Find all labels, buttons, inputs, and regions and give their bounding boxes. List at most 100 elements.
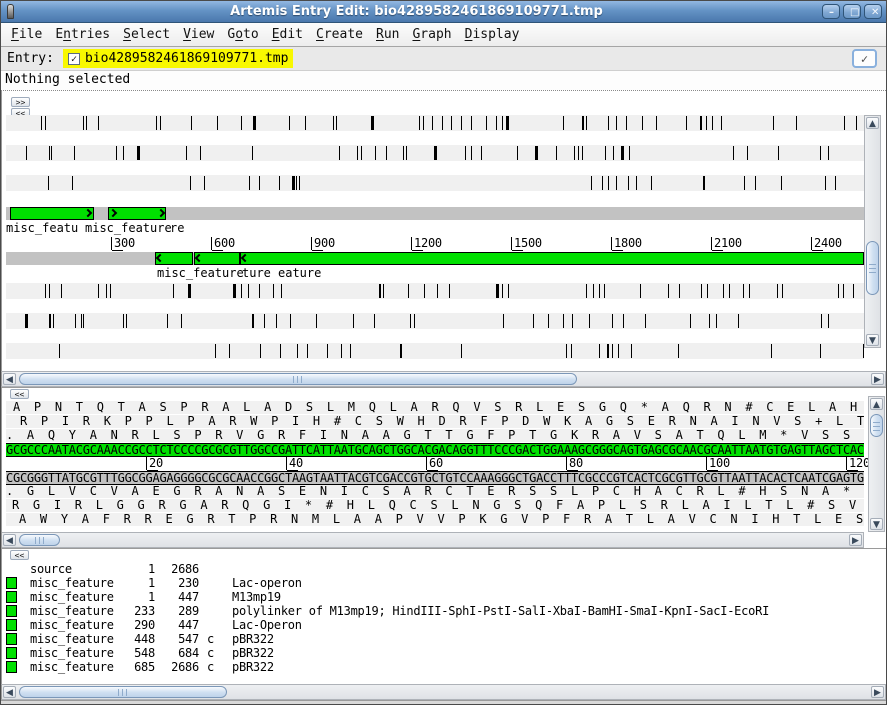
stop-codon-tick: [437, 284, 438, 298]
overview-vertical-scrollbar[interactable]: ▲ ▼: [864, 115, 881, 348]
reverse-feature-strip[interactable]: [6, 252, 864, 265]
stop-codon-tick: [229, 344, 230, 358]
translation-frame-6: A W Y A F R R E G R T P R N M L A A P V …: [6, 513, 864, 527]
menu-display[interactable]: Display: [465, 27, 520, 42]
minimize-button[interactable]: –: [822, 4, 840, 19]
translation-frame-3: . A Q Y A N R L S P R V G R F I N A A G …: [6, 429, 864, 443]
sequence-vscroll-thumb[interactable]: [870, 414, 883, 437]
stop-codon-tick: [371, 116, 374, 130]
scroll-down-icon[interactable]: ▼: [866, 334, 879, 346]
feature-row[interactable]: source12686: [2, 562, 886, 576]
menu-entries[interactable]: Entries: [55, 27, 110, 42]
entry-confirm-button[interactable]: ✓: [852, 49, 877, 68]
frame-4-stop-codons: [6, 283, 864, 299]
menu-select[interactable]: Select: [123, 27, 170, 42]
stop-codon-tick: [339, 146, 340, 160]
stop-codon-tick: [241, 116, 242, 130]
menu-edit[interactable]: Edit: [272, 27, 303, 42]
stop-codon-tick: [217, 116, 218, 130]
stop-codon-tick: [656, 116, 657, 130]
feature-row[interactable]: misc_feature1447M13mp19: [2, 590, 886, 604]
maximize-button[interactable]: □: [843, 4, 861, 19]
menubar: File Entries Select View Goto Edit Create Run Gr…: [1, 23, 886, 47]
overview-vscroll-thumb[interactable]: [866, 241, 879, 295]
ruler-mark: 600: [211, 237, 235, 250]
feature-start: 548: [100, 646, 155, 660]
stop-codon-tick: [589, 314, 590, 328]
stop-codon-tick: [572, 314, 573, 328]
menu-file[interactable]: File: [11, 27, 42, 42]
feature-row[interactable]: misc_feature233289polylinker of M13mp19;…: [2, 604, 886, 618]
stop-codon-tick: [190, 176, 191, 190]
scroll-up-icon[interactable]: ▲: [866, 117, 879, 129]
entry-file-chip[interactable]: ✓ bio4289582461869109771.tmp: [63, 49, 294, 68]
feature-list-hscroll-thumb[interactable]: [19, 686, 227, 698]
menu-create[interactable]: Create: [316, 27, 363, 42]
dna-reverse-strand[interactable]: CGCGGGTTATGCGTTTGGCGGAGAGGGGCGCGCAACCGGC…: [6, 471, 864, 485]
stop-codon-tick: [173, 284, 174, 298]
stop-codon-tick: [264, 314, 265, 328]
scroll-up-icon[interactable]: ▲: [870, 398, 883, 410]
stop-codon-tick: [733, 146, 734, 160]
stop-codon-tick: [386, 146, 387, 160]
feature-label: misc_featu: [6, 222, 78, 235]
scroll-left-icon[interactable]: ◀: [3, 373, 16, 385]
zoom-forward-button[interactable]: >>: [11, 97, 30, 107]
stop-codon-tick: [403, 146, 404, 160]
scroll-left-icon[interactable]: ◀: [3, 534, 16, 546]
feature-note: pBR322: [232, 632, 274, 646]
stop-codon-tick: [49, 284, 50, 298]
scroll-right-icon[interactable]: ▶: [871, 373, 884, 385]
scroll-left-icon[interactable]: ◀: [3, 686, 16, 698]
sequence-hscroll-thumb[interactable]: [19, 534, 60, 546]
stop-codon-tick: [253, 116, 256, 130]
stop-codon-tick: [260, 344, 261, 358]
stop-codon-tick: [640, 284, 641, 298]
overview-hscroll-thumb[interactable]: [19, 373, 577, 385]
feature-row[interactable]: misc_feature6852686cpBR322: [2, 660, 886, 674]
stop-codon-tick: [316, 314, 317, 328]
overview-horizontal-scrollbar[interactable]: ◀ ▶: [1, 371, 886, 387]
entry-checkbox[interactable]: ✓: [68, 53, 80, 65]
stop-codon-tick: [700, 116, 702, 130]
menu-goto[interactable]: Goto: [227, 27, 258, 42]
forward-feature-strip[interactable]: [6, 207, 864, 220]
menu-graph[interactable]: Graph: [412, 27, 451, 42]
stop-codon-tick: [259, 176, 260, 190]
feature-list-horizontal-scrollbar[interactable]: ◀ ▶: [1, 684, 886, 700]
stop-codon-tick: [503, 314, 504, 328]
sequence-vertical-scrollbar[interactable]: ▲ ▼: [868, 396, 885, 532]
stop-codon-tick: [471, 146, 472, 160]
stop-codon-tick: [548, 314, 549, 328]
feature-row[interactable]: misc_feature548684cpBR322: [2, 646, 886, 660]
stop-codon-tick: [181, 314, 182, 328]
seqview-back-button[interactable]: <<: [10, 389, 29, 399]
stop-codon-tick: [496, 116, 497, 130]
scroll-right-icon[interactable]: ▶: [871, 686, 884, 698]
stop-codon-tick: [582, 146, 583, 160]
sequence-horizontal-scrollbar[interactable]: ◀ ▶: [2, 532, 864, 548]
translation-frame-1: A P N T Q T A S P R A L A D S L M Q L A …: [6, 401, 864, 415]
scroll-right-icon[interactable]: ▶: [849, 534, 862, 546]
stop-codon-tick: [296, 176, 297, 190]
stop-codon-tick: [586, 116, 587, 130]
feature-row[interactable]: misc_feature1230Lac-operon: [2, 576, 886, 590]
stop-codon-tick: [744, 176, 745, 190]
stop-codon-tick: [408, 284, 409, 298]
close-button[interactable]: ✕: [864, 4, 882, 19]
feature-list-back-button[interactable]: <<: [10, 550, 29, 560]
menu-run[interactable]: Run: [376, 27, 399, 42]
feature-row[interactable]: misc_feature290447Lac-Operon: [2, 618, 886, 632]
feature-segment[interactable]: [10, 207, 94, 220]
stop-codon-tick: [276, 314, 277, 328]
stop-codon-tick: [556, 146, 557, 160]
stop-codon-tick: [449, 284, 450, 298]
feature-end: 230: [156, 576, 199, 590]
scroll-down-icon[interactable]: ▼: [870, 518, 883, 530]
dna-forward-strand[interactable]: GCGCCCAATACGCAAACCGCCTCTCCCCGCGCGTTGGCCG…: [6, 443, 864, 457]
stop-codon-tick: [83, 116, 84, 130]
stop-codon-tick: [98, 284, 99, 298]
feature-row[interactable]: misc_feature448547cpBR322: [2, 632, 886, 646]
feature-segment[interactable]: [240, 252, 864, 265]
menu-view[interactable]: View: [183, 27, 214, 42]
